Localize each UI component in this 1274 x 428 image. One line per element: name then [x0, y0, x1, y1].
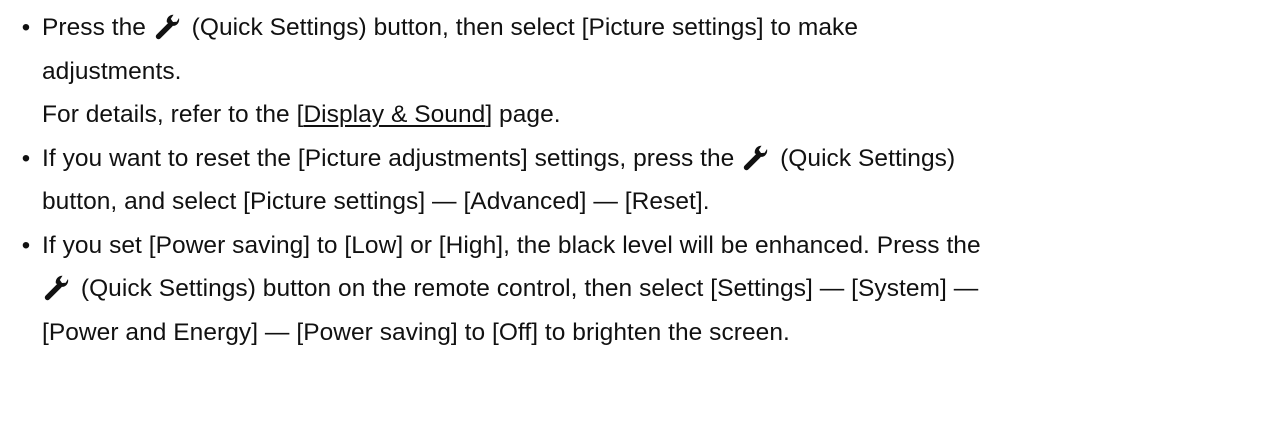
wrench-icon	[44, 273, 72, 301]
display-sound-link[interactable]: Display & Sound	[303, 101, 485, 128]
text-line: For details, refer to the [Display & Sou…	[42, 93, 1274, 137]
text-segment: Press the	[42, 14, 153, 41]
list-item: • Press the (Quick Settings) button, the…	[18, 6, 1274, 137]
bullet-dot: •	[21, 231, 31, 259]
text-line: If you want to reset the [Picture adjust…	[42, 137, 1274, 181]
text-segment: ] page.	[485, 101, 561, 128]
text-line: (Quick Settings) button on the remote co…	[42, 267, 1274, 311]
text-line: adjustments.	[42, 57, 182, 85]
wrench-icon	[743, 143, 771, 171]
bullet-dot: •	[21, 14, 31, 41]
text-segment: For details, refer to the [	[42, 101, 304, 128]
bullet-list: • Press the (Quick Settings) button, the…	[18, 6, 1274, 354]
text-line: [Power and Energy] — [Power saving] to […	[42, 318, 790, 346]
list-item: • If you want to reset the [Picture adju…	[18, 137, 1274, 224]
text-line: button, and select [Picture settings] — …	[42, 188, 710, 215]
text-segment: If you want to reset the [Picture adjust…	[42, 144, 742, 172]
text-segment: (Quick Settings) button on the remote co…	[74, 275, 979, 302]
text-segment: (Quick Settings) button, then select [Pi…	[184, 14, 858, 41]
text-segment: (Quick Settings)	[773, 144, 956, 172]
bullet-dot: •	[21, 144, 31, 172]
list-item: • If you set [Power saving] to [Low] or …	[18, 224, 1274, 355]
text-line: Press the (Quick Settings) button, then …	[42, 6, 1274, 50]
document-body: • Press the (Quick Settings) button, the…	[0, 0, 1274, 354]
text-line: If you set [Power saving] to [Low] or [H…	[42, 231, 981, 259]
wrench-icon	[155, 12, 183, 40]
